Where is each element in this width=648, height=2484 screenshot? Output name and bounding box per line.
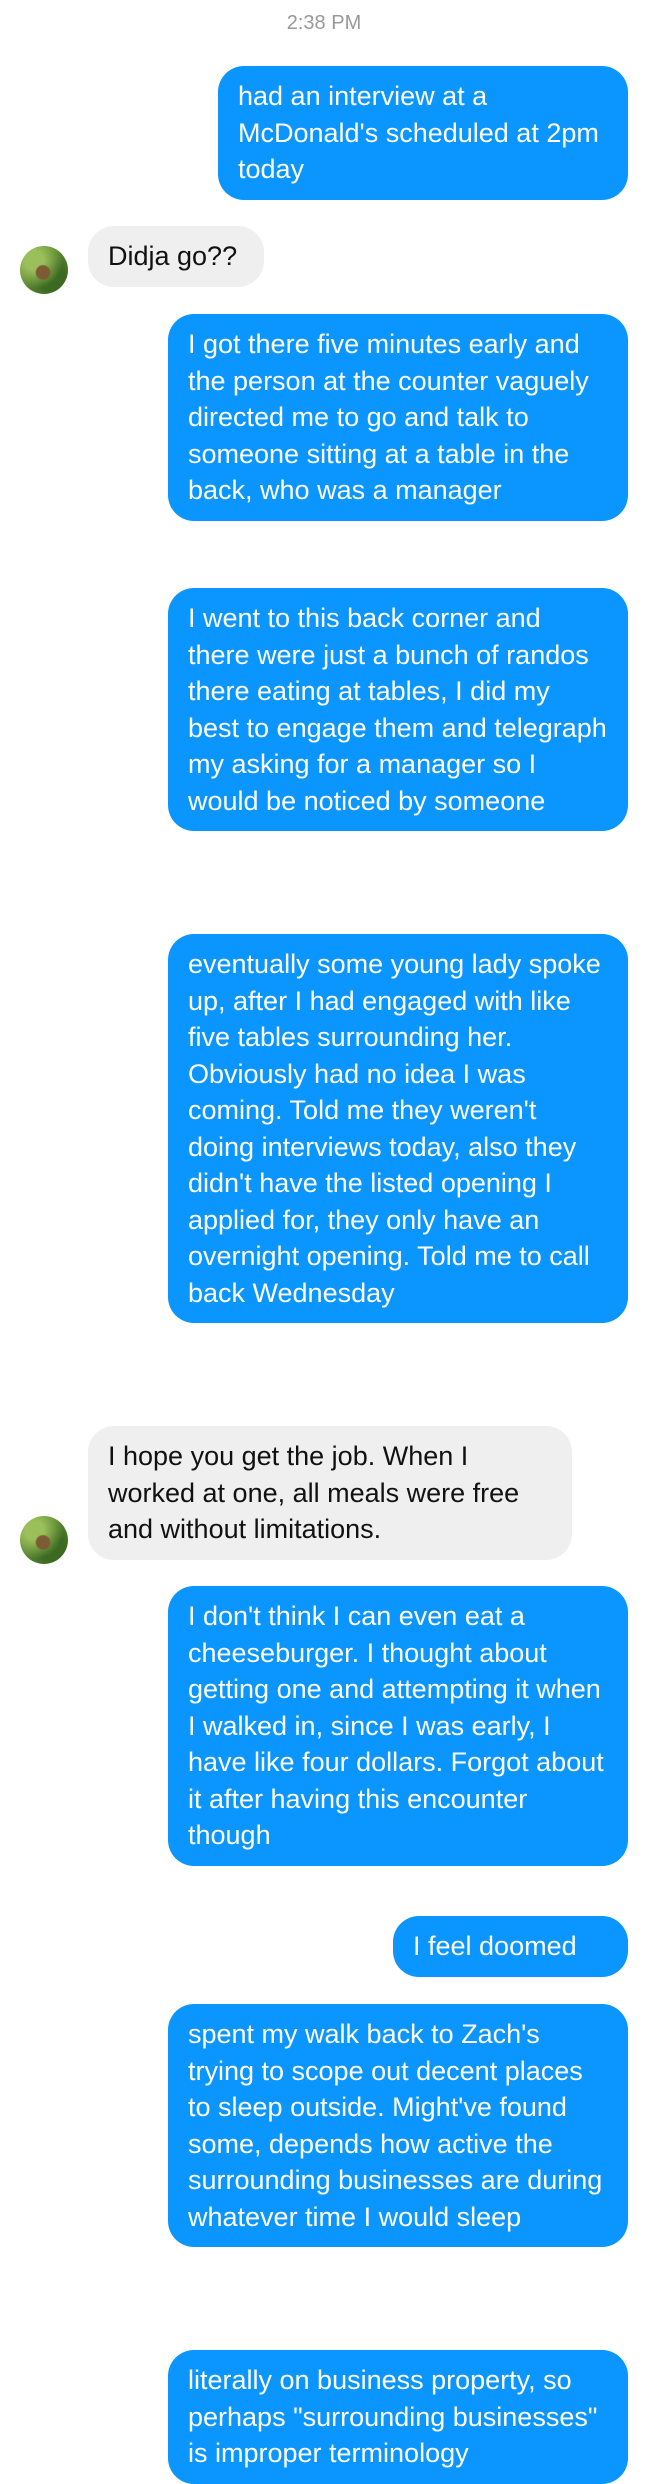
contact-avatar[interactable] <box>20 246 68 294</box>
message-bubble-sent[interactable]: had an interview at a McDonald's schedul… <box>218 66 628 200</box>
message-bubble-sent[interactable]: spent my walk back to Zach's trying to s… <box>168 2004 628 2247</box>
message-bubble-sent[interactable]: literally on business property, so perha… <box>168 2350 628 2484</box>
message-bubble-sent[interactable]: I went to this back corner and there wer… <box>168 588 628 831</box>
message-bubble-sent[interactable]: I got there five minutes early and the p… <box>168 314 628 521</box>
message-bubble-sent[interactable]: I don't think I can even eat a cheesebur… <box>168 1586 628 1866</box>
message-bubble-sent[interactable]: I feel doomed <box>393 1916 628 1977</box>
message-bubble-received[interactable]: Didja go?? <box>88 226 264 287</box>
contact-avatar[interactable] <box>20 1516 68 1564</box>
timestamp: 2:38 PM <box>286 12 362 34</box>
message-bubble-received[interactable]: I hope you get the job. When I worked at… <box>88 1426 572 1560</box>
message-bubble-sent[interactable]: eventually some young lady spoke up, aft… <box>168 934 628 1323</box>
